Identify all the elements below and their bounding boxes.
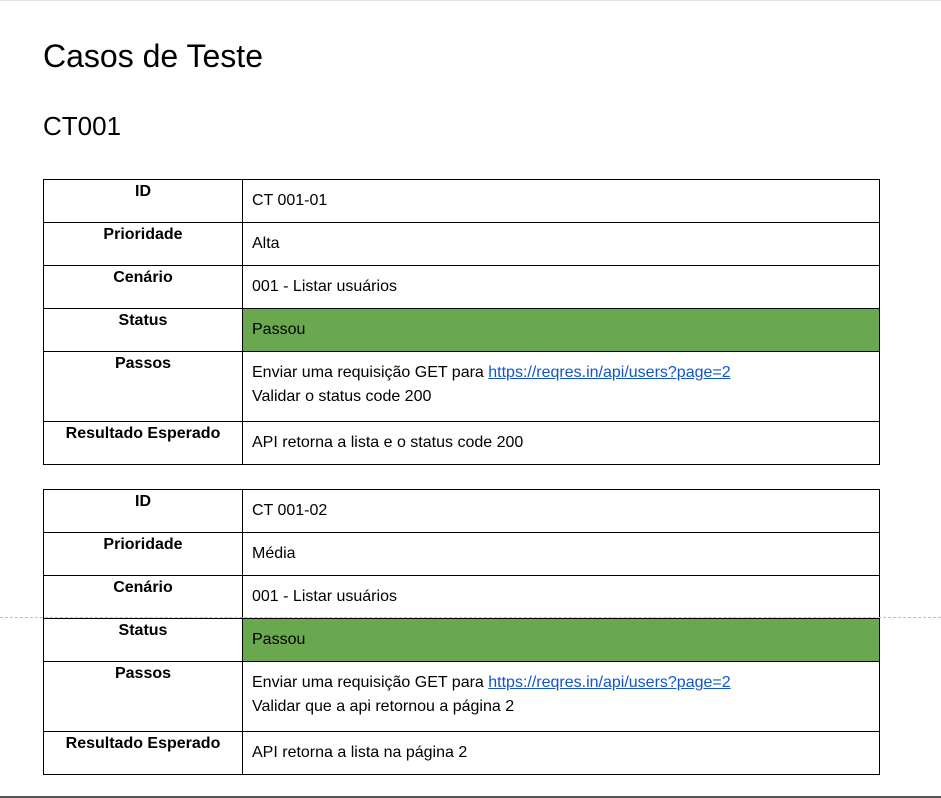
table-row-id: ID CT 001-01 <box>43 179 880 223</box>
steps-line-2: Validar que a api retornou a página 2 <box>252 698 515 715</box>
table-row-priority: Prioridade Alta <box>43 222 880 266</box>
scenario-value[interactable]: 001 - Listar usuários <box>242 265 880 309</box>
steps-link[interactable]: https://reqres.in/api/users?page=2 <box>488 674 730 691</box>
table-row-steps: Passos Enviar uma requisição GET para ht… <box>43 351 880 422</box>
status-label: Status <box>43 308 243 352</box>
page-break-line <box>0 617 941 618</box>
test-case-table: ID CT 001-02 Prioridade Média Cenário 00… <box>43 489 880 775</box>
expected-value[interactable]: API retorna a lista na página 2 <box>242 731 880 775</box>
status-label: Status <box>43 618 243 662</box>
table-row-priority: Prioridade Média <box>43 532 880 576</box>
steps-label: Passos <box>43 661 243 732</box>
status-value[interactable]: Passou <box>242 618 880 662</box>
expected-label: Resultado Esperado <box>43 731 243 775</box>
document-subtitle: CT001 <box>43 111 122 141</box>
scenario-label: Cenário <box>43 265 243 309</box>
scenario-value[interactable]: 001 - Listar usuários <box>242 575 880 619</box>
steps-label: Passos <box>43 351 243 422</box>
steps-link[interactable]: https://reqres.in/api/users?page=2 <box>488 364 730 381</box>
scenario-label: Cenário <box>43 575 243 619</box>
table-row-status: Status Passou <box>43 308 880 352</box>
table-row-status: Status Passou <box>43 618 880 662</box>
id-label: ID <box>43 489 243 533</box>
expected-value[interactable]: API retorna a lista e o status code 200 <box>242 421 880 465</box>
page-top-edge <box>0 0 941 1</box>
status-value[interactable]: Passou <box>242 308 880 352</box>
table-row-scenario: Cenário 001 - Listar usuários <box>43 575 880 619</box>
id-value[interactable]: CT 001-01 <box>242 179 880 223</box>
steps-value[interactable]: Enviar uma requisição GET para https://r… <box>242 351 880 422</box>
priority-label: Prioridade <box>43 222 243 266</box>
steps-line-2: Validar o status code 200 <box>252 388 432 405</box>
priority-label: Prioridade <box>43 532 243 576</box>
table-row-steps: Passos Enviar uma requisição GET para ht… <box>43 661 880 732</box>
document-title: Casos de Teste <box>43 38 263 74</box>
id-label: ID <box>43 179 243 223</box>
table-row-scenario: Cenário 001 - Listar usuários <box>43 265 880 309</box>
priority-value[interactable]: Média <box>242 532 880 576</box>
expected-label: Resultado Esperado <box>43 421 243 465</box>
id-value[interactable]: CT 001-02 <box>242 489 880 533</box>
table-row-id: ID CT 001-02 <box>43 489 880 533</box>
priority-value[interactable]: Alta <box>242 222 880 266</box>
steps-text: Enviar uma requisição GET para <box>252 674 489 691</box>
steps-value[interactable]: Enviar uma requisição GET para https://r… <box>242 661 880 732</box>
table-row-expected: Resultado Esperado API retorna a lista n… <box>43 731 880 775</box>
steps-text: Enviar uma requisição GET para <box>252 364 489 381</box>
test-case-table: ID CT 001-01 Prioridade Alta Cenário 001… <box>43 179 880 465</box>
table-row-expected: Resultado Esperado API retorna a lista e… <box>43 421 880 465</box>
